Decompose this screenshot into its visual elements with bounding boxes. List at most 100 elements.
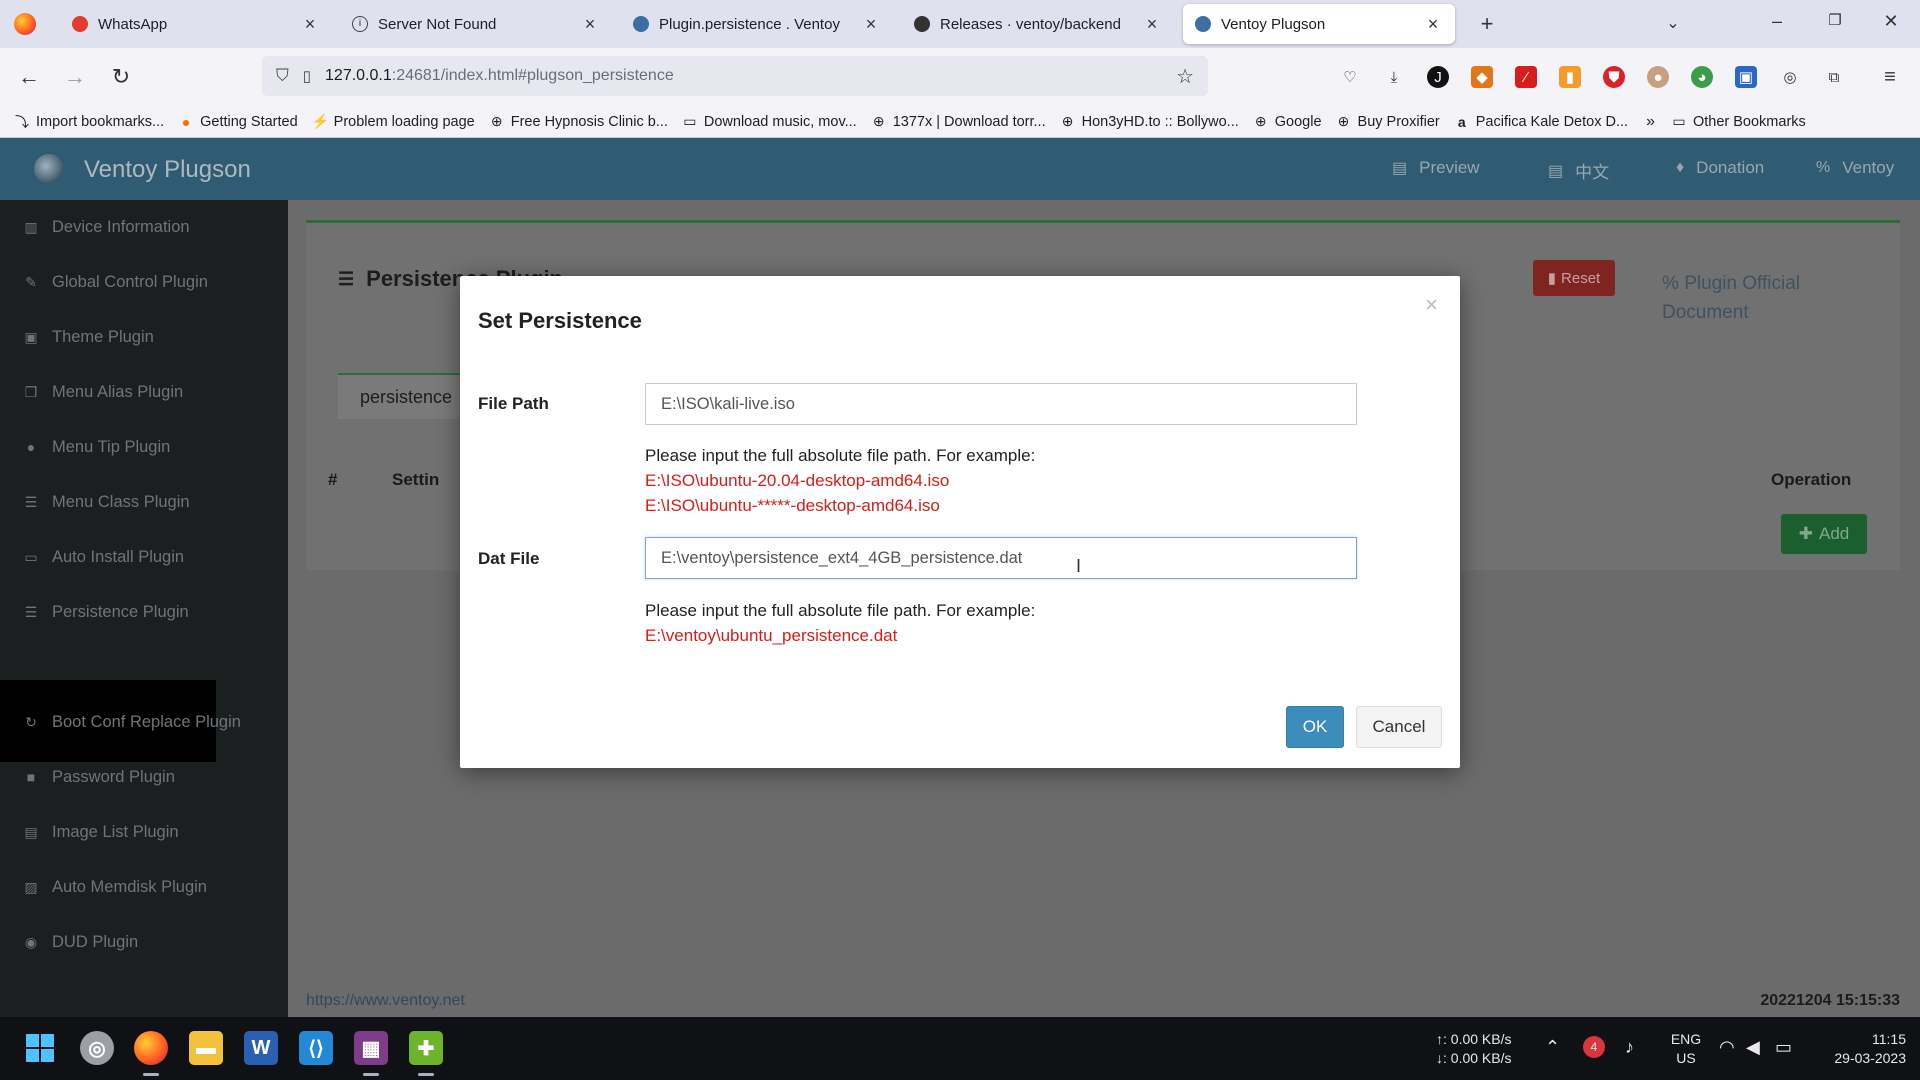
- notification-badge-icon[interactable]: 4: [1583, 1036, 1605, 1058]
- header-link-language[interactable]: ▤ 中文: [1548, 158, 1609, 183]
- clock-time[interactable]: 11:15: [1818, 1030, 1906, 1049]
- close-icon[interactable]: ×: [580, 14, 600, 35]
- app-menu-icon[interactable]: ≡: [1879, 66, 1901, 88]
- close-icon[interactable]: ×: [1423, 14, 1443, 35]
- vscode-icon[interactable]: ⟨⟩: [299, 1031, 333, 1065]
- bookmark-1377x[interactable]: ⊕ 1377x | Download torr...: [871, 113, 1046, 130]
- list-tabs-button[interactable]: ⌄: [1660, 12, 1686, 36]
- sidebar-item-dud[interactable]: ◉ DUD Plugin: [22, 930, 138, 954]
- extensions-puzzle-icon[interactable]: ⧉: [1823, 66, 1845, 88]
- address-bar[interactable]: ⛉ ▯ 127.0.0.1:24681/index.html#plugson_p…: [262, 56, 1208, 96]
- bookmark-proxifier[interactable]: ⊕ Buy Proxifier: [1336, 113, 1440, 130]
- list-icon: ☰: [24, 493, 38, 510]
- more-bookmarks-icon[interactable]: »: [1646, 113, 1655, 131]
- plugin-official-document-link[interactable]: % Plugin Official Document: [1662, 269, 1832, 327]
- add-button[interactable]: ✚ Add: [1781, 514, 1867, 554]
- firefox-menu-icon[interactable]: [14, 13, 36, 35]
- back-button[interactable]: ←: [14, 62, 44, 92]
- clock-date[interactable]: 29-03-2023: [1800, 1049, 1906, 1068]
- sidebar-item-image-list[interactable]: ▤ Image List Plugin: [22, 820, 178, 844]
- extension-orange-icon[interactable]: ▮: [1559, 66, 1581, 88]
- wifi-icon[interactable]: ◠: [1719, 1037, 1735, 1058]
- ublock-icon[interactable]: ⛊: [1603, 66, 1625, 88]
- browser-tab-whatsapp[interactable]: WhatsApp ×: [60, 4, 332, 44]
- language-us[interactable]: US: [1668, 1049, 1704, 1068]
- volume-icon[interactable]: ◀: [1746, 1037, 1760, 1058]
- microphone-icon[interactable]: ♪: [1625, 1037, 1634, 1058]
- firefox-icon[interactable]: [134, 1031, 168, 1065]
- bookmark-star-icon[interactable]: ☆: [1176, 64, 1194, 89]
- header-link-preview[interactable]: ▤ Preview: [1392, 158, 1480, 178]
- bookmark-pacifica[interactable]: a Pacifica Kale Detox D...: [1454, 114, 1628, 130]
- sidebar-item-boot-conf-replace[interactable]: ↻ Boot Conf Replace Plugin: [22, 710, 241, 734]
- bookmark-getting-started[interactable]: ● Getting Started: [178, 114, 298, 130]
- other-bookmarks[interactable]: ▭ Other Bookmarks: [1671, 113, 1805, 130]
- bank-icon: ▥: [24, 218, 38, 235]
- sidebar-item-menu-tip[interactable]: ● Menu Tip Plugin: [22, 435, 171, 459]
- word-icon[interactable]: W: [244, 1031, 278, 1065]
- footer-version: 20221204 15:15:33: [1760, 992, 1900, 1009]
- chevron-up-icon[interactable]: ⌃: [1545, 1037, 1560, 1058]
- new-tab-button[interactable]: +: [1474, 12, 1500, 36]
- file-path-input[interactable]: [645, 383, 1357, 425]
- extension-blue-icon[interactable]: ▣: [1735, 66, 1757, 88]
- close-icon[interactable]: ×: [861, 14, 881, 35]
- extension-globe-icon[interactable]: ◕: [1691, 66, 1713, 88]
- windows-taskbar: ◎ ▬ W ⟨⟩ ▦ ✚ ↑: 0.00 KB/s ↓: 0.00 KB/s ⌃…: [0, 1017, 1920, 1080]
- extension-j-icon[interactable]: J: [1427, 66, 1449, 88]
- reset-button[interactable]: ▮ Reset: [1533, 260, 1615, 296]
- pocket-icon[interactable]: ♡: [1339, 66, 1361, 88]
- header-link-donation[interactable]: ♦ Donation: [1676, 158, 1764, 178]
- header-link-ventoy[interactable]: % Ventoy: [1816, 158, 1894, 178]
- puzzle-icon[interactable]: ✚: [409, 1031, 443, 1065]
- ok-button[interactable]: OK: [1286, 706, 1344, 748]
- close-icon[interactable]: ×: [1142, 14, 1162, 35]
- bookmark-import[interactable]: ⤵ Import bookmarks...: [14, 112, 164, 132]
- sidebar-item-auto-install[interactable]: ▭ Auto Install Plugin: [22, 545, 184, 569]
- file-explorer-icon[interactable]: ▬: [189, 1031, 223, 1065]
- extension-cookie-icon[interactable]: ●: [1647, 66, 1669, 88]
- bookmark-google[interactable]: ⊕ Google: [1253, 113, 1322, 130]
- sidebar-item-password[interactable]: ■ Password Plugin: [22, 765, 175, 789]
- download-icon[interactable]: ⤓: [1383, 66, 1405, 88]
- sidebar-item-auto-memdisk[interactable]: ▨ Auto Memdisk Plugin: [22, 875, 207, 899]
- footer-ventoy-link[interactable]: https://www.ventoy.net: [306, 992, 465, 1010]
- bookmark-problem-loading[interactable]: ⚡ Problem loading page: [312, 113, 475, 130]
- start-icon[interactable]: [23, 1031, 57, 1065]
- restore-button[interactable]: ❐: [1820, 11, 1850, 29]
- disk-icon[interactable]: ◎: [80, 1031, 114, 1065]
- browser-tab-server-not-found[interactable]: i Server Not Found ×: [340, 4, 612, 44]
- reload-button[interactable]: ↻: [106, 62, 136, 92]
- dat-file-input[interactable]: [645, 537, 1357, 579]
- copy-icon: ❐: [24, 383, 38, 400]
- bookmark-hon3yhd[interactable]: ⊕ Hon3yHD.to :: Bollywo...: [1060, 113, 1239, 130]
- bookmark-hypnosis[interactable]: ⊕ Free Hypnosis Clinic b...: [489, 113, 668, 130]
- tab-persistence[interactable]: persistence: [338, 373, 474, 419]
- lock-icon: ■: [26, 769, 36, 785]
- browser-tab-plugin-persistence[interactable]: Plugin.persistence . Ventoy ×: [621, 4, 893, 44]
- window-close-button[interactable]: ✕: [1876, 11, 1906, 32]
- extension-link-icon[interactable]: ◎: [1779, 66, 1801, 88]
- shield-icon[interactable]: ⛉: [276, 66, 289, 86]
- forward-button[interactable]: →: [60, 62, 90, 92]
- metamask-icon[interactable]: ◆: [1471, 66, 1493, 88]
- pdf-extension-icon[interactable]: ⁄: [1515, 66, 1537, 88]
- sidebar-item-persistence[interactable]: ☰ Persistence Plugin: [22, 600, 189, 624]
- sidebar-item-global-control[interactable]: ✎ Global Control Plugin: [22, 270, 208, 294]
- language-eng[interactable]: ENG: [1668, 1030, 1704, 1049]
- minimize-button[interactable]: –: [1762, 11, 1792, 32]
- info-icon: i: [352, 16, 368, 32]
- sidebar-item-theme[interactable]: ▣ Theme Plugin: [22, 325, 153, 349]
- sidebar-item-device-information[interactable]: ▥ Device Information: [22, 215, 189, 239]
- bookmark-download-music[interactable]: ▭ Download music, mov...: [682, 113, 856, 130]
- winrar-icon[interactable]: ▦: [354, 1031, 388, 1065]
- browser-tab-releases[interactable]: Releases · ventoy/backend ×: [902, 4, 1174, 44]
- brand-name[interactable]: Ventoy Plugson: [84, 156, 251, 184]
- battery-icon[interactable]: ▭: [1775, 1037, 1792, 1058]
- browser-tab-ventoy-plugson[interactable]: Ventoy Plugson ×: [1183, 4, 1455, 44]
- close-icon[interactable]: ×: [1425, 292, 1438, 318]
- cancel-button[interactable]: Cancel: [1356, 706, 1442, 748]
- sidebar-item-menu-class[interactable]: ☰ Menu Class Plugin: [22, 490, 190, 514]
- sidebar-item-menu-alias[interactable]: ❐ Menu Alias Plugin: [22, 380, 183, 404]
- close-icon[interactable]: ×: [300, 14, 320, 35]
